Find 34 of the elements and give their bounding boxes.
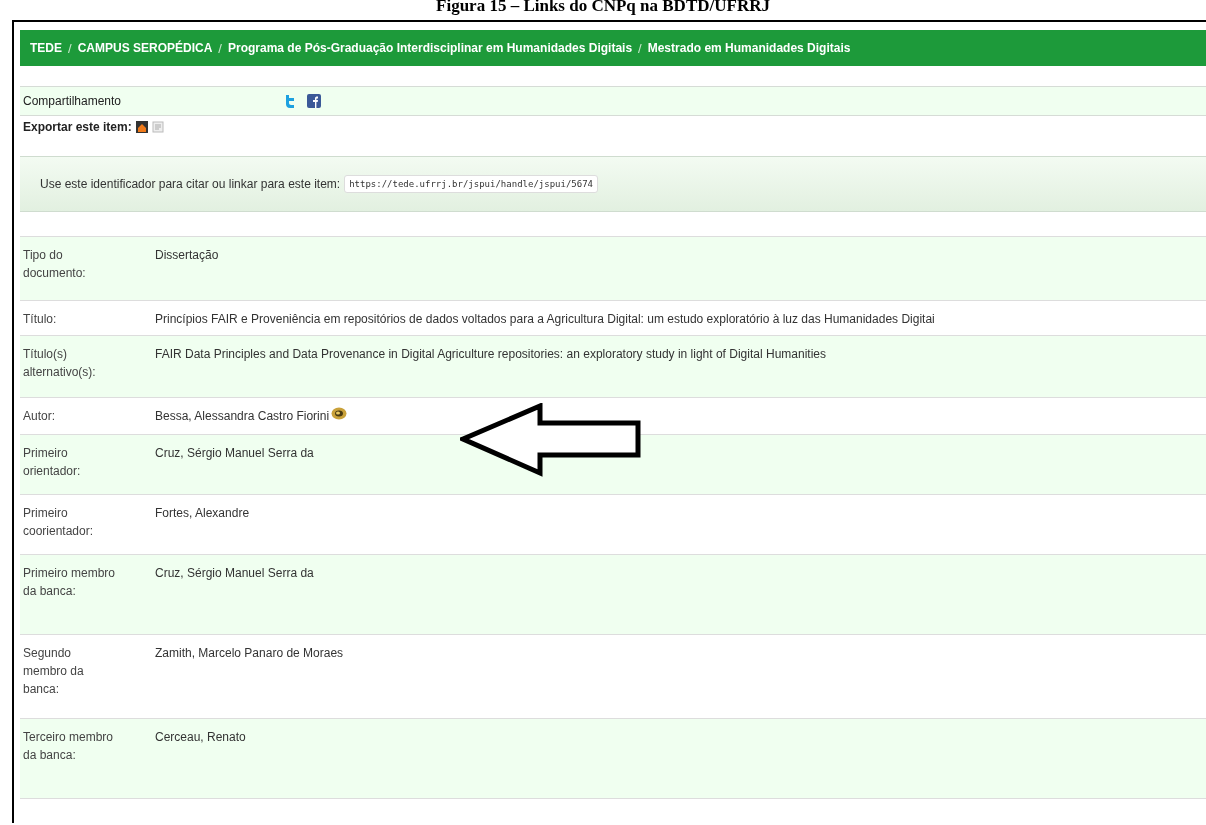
twitter-icon[interactable]	[283, 94, 297, 108]
breadcrumb-separator: /	[218, 40, 222, 56]
breadcrumb-link[interactable]: Programa de Pós-Graduação Interdisciplinar em Humanidades Digitais	[227, 41, 633, 55]
breadcrumb-link[interactable]: Mestrado em Humanidades Digitais	[647, 41, 851, 55]
share-label: Compartilhamento	[23, 94, 123, 108]
field-label: Tipo do documento:	[22, 247, 87, 282]
export-label: Exportar este item:	[23, 120, 132, 134]
field-value: Princípios FAIR e Proveniência em repositórios de dados voltados para a Agricultura Digital: um estudo exploratório à luz das Humanidades Digitai	[155, 311, 935, 328]
field-value: Dissertação	[155, 247, 219, 264]
field-value: Cruz, Sérgio Manuel Serra da	[155, 565, 314, 582]
field-label: Autor:	[22, 408, 56, 425]
house-icon[interactable]	[135, 121, 148, 133]
field-label: Título(s) alternativo(s):	[22, 346, 97, 381]
field-label: Primeiro membro da banca:	[22, 565, 116, 600]
breadcrumb-separator: /	[68, 40, 72, 56]
breadcrumb-link[interactable]: CAMPUS SEROPÉDICA	[77, 41, 213, 55]
breadcrumb-link[interactable]: TEDE	[30, 41, 62, 55]
figure-caption: Figura 15 – Links do CNPq na BDTD/UFRRJ	[435, 0, 771, 17]
field-label: Primeiro coorientador:	[22, 505, 95, 540]
field-label: Título:	[22, 311, 58, 328]
coin-icon[interactable]	[331, 407, 348, 420]
field-label: Terceiro membro da banca:	[22, 729, 115, 764]
field-value: Cruz, Sérgio Manuel Serra da	[155, 445, 314, 462]
identifier-label: Use este identificador para citar ou linkar para este item:	[40, 177, 341, 191]
field-value: Zamith, Marcelo Panaro de Moraes	[155, 645, 344, 662]
field-label: Primeiro orientador:	[22, 445, 82, 480]
breadcrumb-separator: /	[638, 40, 642, 56]
field-value: Fortes, Alexandre	[155, 505, 250, 522]
field-value[interactable]: Bessa, Alessandra Castro Fiorini	[155, 407, 330, 425]
field-value: FAIR Data Principles and Data Provenance in Digital Agriculture repositories: an exploratory study in light of Digital Humanities	[155, 346, 826, 363]
field-label: Segundo membro da banca:	[22, 645, 85, 698]
facebook-icon[interactable]	[307, 94, 321, 108]
identifier-link[interactable]: https://tede.ufrrj.br/jspui/handle/jspui/5674	[344, 175, 598, 193]
field-value: Cerceau, Renato	[155, 729, 246, 746]
